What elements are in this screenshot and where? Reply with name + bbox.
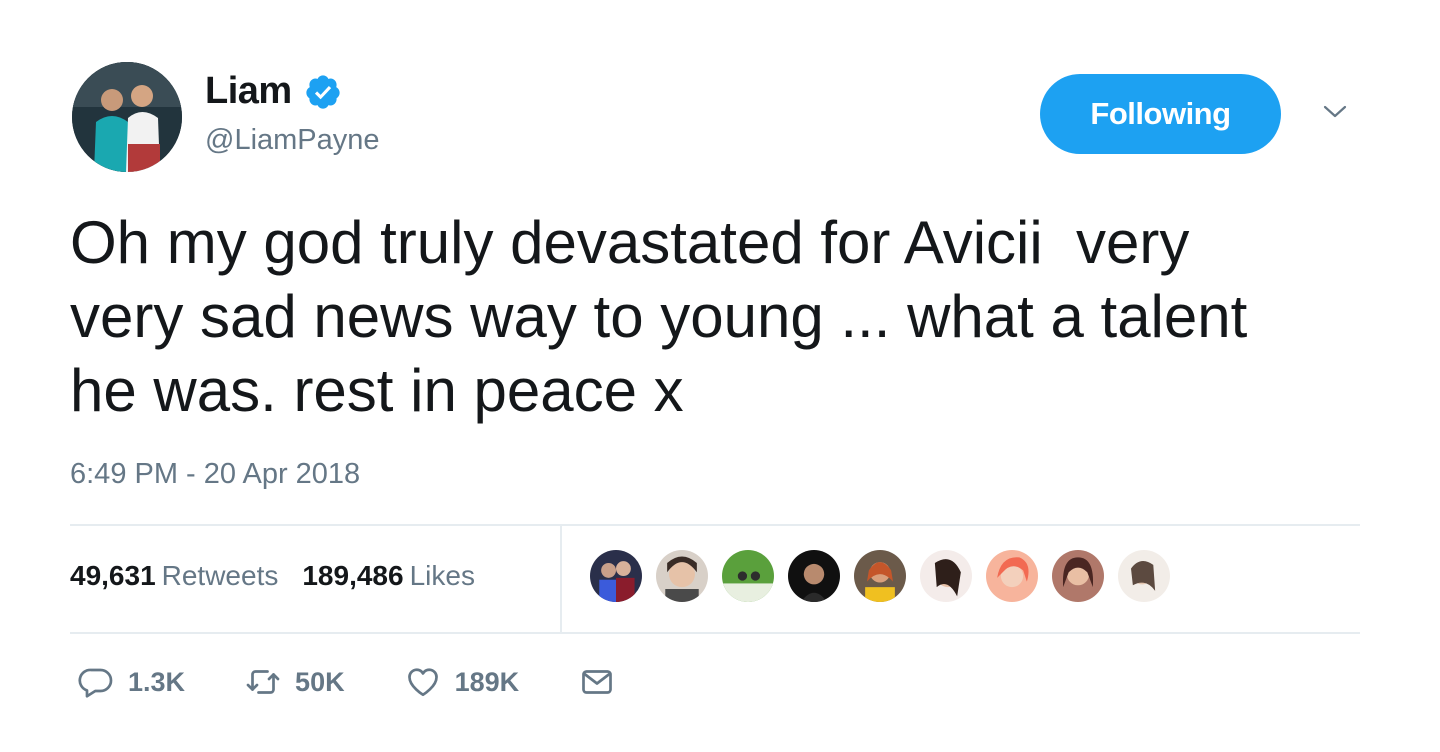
liker-avatars bbox=[588, 548, 1172, 604]
action-bar: 1.3K 50K 189K bbox=[78, 664, 675, 700]
retweet-count: 50K bbox=[295, 666, 345, 697]
following-button[interactable]: Following bbox=[1040, 74, 1281, 154]
verified-badge-icon bbox=[306, 74, 340, 109]
reply-count: 1.3K bbox=[128, 666, 186, 697]
retweets-stat[interactable]: 49,631 Retweets bbox=[70, 560, 278, 592]
like-action[interactable]: 189K bbox=[405, 664, 520, 700]
retweet-action[interactable]: 50K bbox=[245, 664, 345, 700]
liker-avatar[interactable] bbox=[1050, 548, 1106, 604]
retweet-icon[interactable] bbox=[245, 664, 281, 700]
liker-avatar[interactable] bbox=[720, 548, 776, 604]
likes-stat[interactable]: 189,486 Likes bbox=[302, 560, 475, 592]
reply-icon[interactable] bbox=[78, 664, 114, 700]
tweet-text: Oh my god truly devastated for Avicii ve… bbox=[70, 209, 1248, 424]
reply-action[interactable]: 1.3K bbox=[78, 664, 185, 700]
stats-separator bbox=[560, 526, 562, 632]
direct-message-action[interactable] bbox=[579, 664, 615, 700]
liker-avatar[interactable] bbox=[588, 548, 644, 604]
liker-avatar[interactable] bbox=[1116, 548, 1172, 604]
like-icon[interactable] bbox=[405, 664, 441, 700]
liker-avatar[interactable] bbox=[984, 548, 1040, 604]
divider bbox=[70, 632, 1360, 634]
likes-label: Likes bbox=[409, 560, 475, 591]
liker-avatar[interactable] bbox=[786, 548, 842, 604]
retweets-label: Retweets bbox=[161, 560, 279, 591]
profile-avatar[interactable] bbox=[72, 62, 182, 172]
liker-avatar[interactable] bbox=[654, 548, 710, 604]
direct-message-icon[interactable] bbox=[579, 664, 615, 700]
name-row: Liam bbox=[205, 70, 342, 113]
tweet-timestamp[interactable]: 6:49 PM - 20 Apr 2018 bbox=[70, 458, 360, 491]
like-count: 189K bbox=[454, 666, 520, 697]
liker-avatar[interactable] bbox=[918, 548, 974, 604]
tweet-card: Liam @LiamPayne Following Oh my god trul… bbox=[0, 0, 1440, 752]
liker-avatar[interactable] bbox=[852, 548, 908, 604]
divider bbox=[70, 524, 1360, 526]
chevron-down-icon[interactable] bbox=[1322, 102, 1348, 122]
likes-count: 189,486 bbox=[302, 560, 404, 591]
engagement-stats: 49,631 Retweets 189,486 Likes bbox=[70, 560, 475, 592]
user-handle[interactable]: @LiamPayne bbox=[205, 124, 380, 157]
display-name[interactable]: Liam bbox=[205, 70, 292, 113]
retweets-count: 49,631 bbox=[70, 560, 156, 591]
